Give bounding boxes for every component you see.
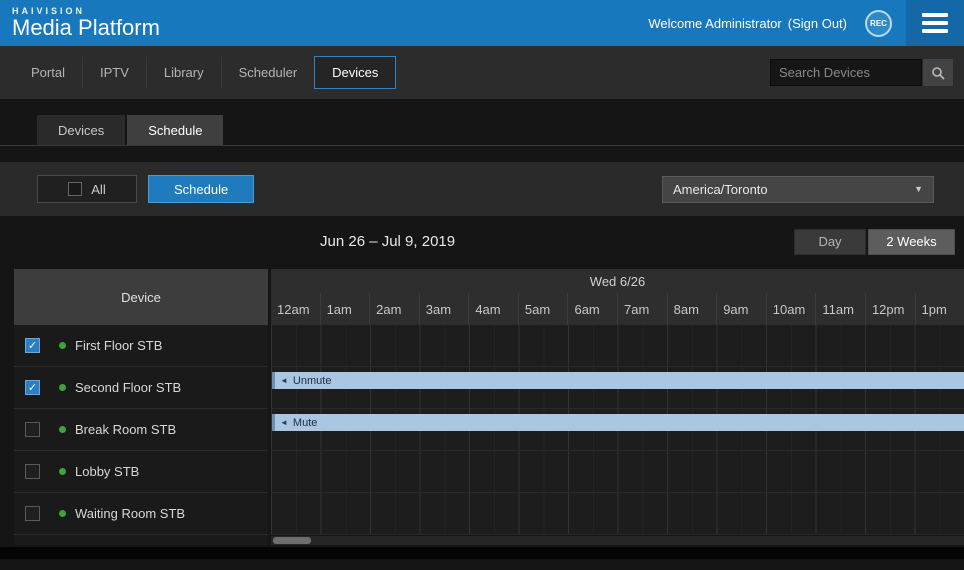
device-name: Lobby STB (75, 464, 139, 479)
search-input[interactable] (770, 59, 922, 86)
device-name: Waiting Room STB (75, 506, 185, 521)
device-checkbox[interactable]: ✓ (25, 338, 40, 353)
time-label: 1pm (915, 293, 964, 325)
device-checkbox[interactable] (25, 506, 40, 521)
day-header: Wed 6/26 (271, 269, 964, 293)
timezone-value: America/Toronto (673, 182, 768, 197)
day-view-button[interactable]: Day (794, 229, 866, 255)
scrollbar-thumb[interactable] (273, 537, 311, 544)
nav-item-library[interactable]: Library (146, 57, 221, 88)
grid-body: ◄ Unmute ◄ Mute (271, 325, 964, 535)
main-nav: Portal IPTV Library Scheduler Devices (0, 46, 964, 99)
schedule-event-bar[interactable]: ◄ Unmute (272, 372, 964, 389)
product-name: Media Platform (12, 16, 160, 39)
bottom-strip (0, 547, 964, 559)
device-row: ✓ First Floor STB (14, 325, 268, 367)
two-weeks-view-button[interactable]: 2 Weeks (868, 229, 955, 255)
speaker-icon: ◄ (280, 418, 288, 427)
time-label: 7am (617, 293, 667, 325)
schedule-toolbar: All Schedule America/Toronto ▼ (0, 162, 964, 216)
date-bar: Jun 26 – Jul 9, 2019 Day 2 Weeks (37, 228, 955, 255)
timeline-row (271, 451, 964, 493)
nav-item-devices[interactable]: Devices (314, 56, 396, 89)
status-dot (59, 468, 66, 475)
schedule-button[interactable]: Schedule (148, 175, 254, 203)
select-all-label: All (91, 182, 105, 197)
device-name: Second Floor STB (75, 380, 181, 395)
search-button[interactable] (922, 58, 954, 87)
status-dot (59, 342, 66, 349)
nav-item-portal[interactable]: Portal (14, 57, 82, 88)
search-icon (931, 66, 945, 80)
time-label: 9am (716, 293, 766, 325)
device-column-header: Device (14, 269, 268, 325)
time-label: 3am (419, 293, 469, 325)
tab-devices[interactable]: Devices (37, 115, 125, 145)
time-label: 8am (667, 293, 717, 325)
time-label: 12pm (865, 293, 915, 325)
sign-out-link[interactable]: (Sign Out) (788, 16, 847, 31)
device-list: ✓ First Floor STB ✓ Second Floor STB Break R… (14, 325, 268, 535)
device-name: Break Room STB (75, 422, 176, 437)
time-label: 10am (766, 293, 816, 325)
tab-bar: Devices Schedule (0, 99, 964, 146)
hamburger-menu-icon[interactable] (906, 0, 964, 46)
brand-logo: HAIVISION Media Platform (12, 6, 160, 39)
device-column: Device ✓ First Floor STB ✓ Second Floor STB… (14, 269, 268, 545)
device-column-filler (14, 535, 268, 545)
horizontal-scrollbar[interactable] (271, 536, 964, 545)
timezone-select[interactable]: America/Toronto ▼ (662, 176, 934, 203)
select-all-control[interactable]: All (37, 175, 137, 203)
time-label: 2am (369, 293, 419, 325)
status-dot (59, 426, 66, 433)
timeline-row (271, 325, 964, 367)
time-label: 12am (271, 293, 320, 325)
timeline-pane: Wed 6/26 12am1am2am3am4am5am6am7am8am9am… (271, 269, 964, 545)
device-row: Break Room STB (14, 409, 268, 451)
timeline-row (271, 493, 964, 535)
nav-item-scheduler[interactable]: Scheduler (221, 57, 315, 88)
date-range-label: Jun 26 – Jul 9, 2019 (320, 233, 455, 250)
nav-item-iptv[interactable]: IPTV (82, 57, 146, 88)
device-checkbox[interactable]: ✓ (25, 380, 40, 395)
status-dot (59, 510, 66, 517)
schedule-event-bar[interactable]: ◄ Mute (272, 414, 964, 431)
app-header: HAIVISION Media Platform Welcome Adminis… (0, 0, 964, 46)
time-label: 11am (815, 293, 865, 325)
event-label: Mute (293, 417, 317, 429)
device-checkbox[interactable] (25, 464, 40, 479)
time-labels-row: 12am1am2am3am4am5am6am7am8am9am10am11am1… (271, 293, 964, 325)
schedule-table: Device ✓ First Floor STB ✓ Second Floor STB… (14, 269, 964, 545)
event-label: Unmute (293, 375, 332, 387)
device-name: First Floor STB (75, 338, 162, 353)
time-label: 4am (468, 293, 518, 325)
tab-schedule[interactable]: Schedule (127, 115, 223, 145)
select-all-checkbox[interactable] (68, 182, 82, 196)
timeline-header: Wed 6/26 12am1am2am3am4am5am6am7am8am9am… (271, 269, 964, 325)
speaker-icon: ◄ (280, 376, 288, 385)
welcome-text: Welcome Administrator (648, 16, 781, 31)
status-dot (59, 384, 66, 391)
chevron-down-icon: ▼ (914, 184, 923, 194)
device-row: Waiting Room STB (14, 493, 268, 535)
device-checkbox[interactable] (25, 422, 40, 437)
device-row: Lobby STB (14, 451, 268, 493)
device-row: ✓ Second Floor STB (14, 367, 268, 409)
time-label: 5am (518, 293, 568, 325)
time-label: 6am (567, 293, 617, 325)
rec-badge[interactable]: REC (865, 10, 892, 37)
time-label: 1am (320, 293, 370, 325)
